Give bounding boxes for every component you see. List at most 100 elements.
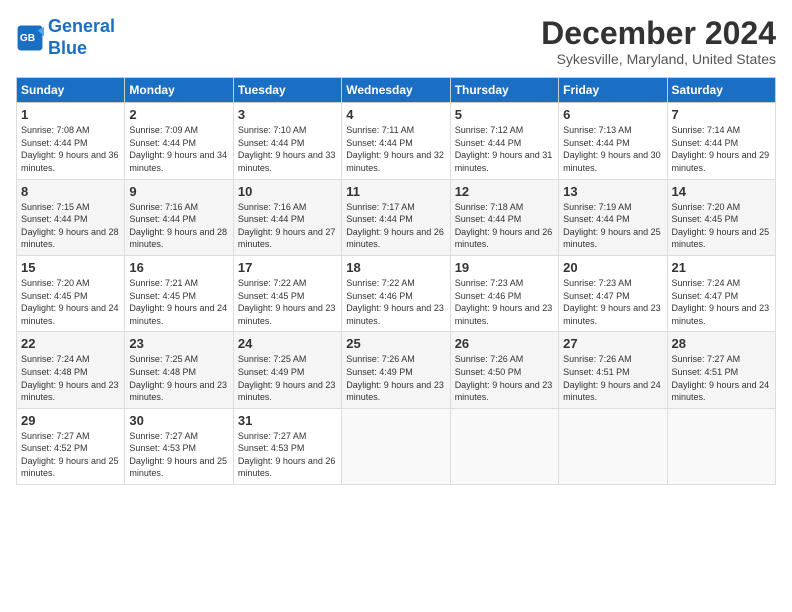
calendar-cell: 16 Sunrise: 7:21 AMSunset: 4:45 PMDaylig… (125, 255, 233, 331)
calendar-cell: 14 Sunrise: 7:20 AMSunset: 4:45 PMDaylig… (667, 179, 775, 255)
day-number: 28 (672, 336, 771, 351)
cell-info: Sunrise: 7:20 AMSunset: 4:45 PMDaylight:… (21, 277, 120, 327)
logo-icon: GB (16, 24, 44, 52)
day-number: 3 (238, 107, 337, 122)
day-number: 5 (455, 107, 554, 122)
calendar-cell: 5 Sunrise: 7:12 AMSunset: 4:44 PMDayligh… (450, 103, 558, 179)
calendar-cell: 24 Sunrise: 7:25 AMSunset: 4:49 PMDaylig… (233, 332, 341, 408)
day-number: 2 (129, 107, 228, 122)
calendar-cell: 1 Sunrise: 7:08 AMSunset: 4:44 PMDayligh… (17, 103, 125, 179)
cell-info: Sunrise: 7:22 AMSunset: 4:45 PMDaylight:… (238, 277, 337, 327)
col-header-sunday: Sunday (17, 78, 125, 103)
week-row-5: 29 Sunrise: 7:27 AMSunset: 4:52 PMDaylig… (17, 408, 776, 484)
cell-info: Sunrise: 7:22 AMSunset: 4:46 PMDaylight:… (346, 277, 445, 327)
day-number: 6 (563, 107, 662, 122)
calendar-cell: 22 Sunrise: 7:24 AMSunset: 4:48 PMDaylig… (17, 332, 125, 408)
calendar-cell: 20 Sunrise: 7:23 AMSunset: 4:47 PMDaylig… (559, 255, 667, 331)
day-number: 19 (455, 260, 554, 275)
calendar-cell (450, 408, 558, 484)
cell-info: Sunrise: 7:11 AMSunset: 4:44 PMDaylight:… (346, 124, 445, 174)
cell-info: Sunrise: 7:21 AMSunset: 4:45 PMDaylight:… (129, 277, 228, 327)
calendar-cell: 28 Sunrise: 7:27 AMSunset: 4:51 PMDaylig… (667, 332, 775, 408)
calendar-cell: 9 Sunrise: 7:16 AMSunset: 4:44 PMDayligh… (125, 179, 233, 255)
cell-info: Sunrise: 7:27 AMSunset: 4:53 PMDaylight:… (238, 430, 337, 480)
calendar-cell: 18 Sunrise: 7:22 AMSunset: 4:46 PMDaylig… (342, 255, 450, 331)
col-header-tuesday: Tuesday (233, 78, 341, 103)
day-number: 12 (455, 184, 554, 199)
calendar-cell: 13 Sunrise: 7:19 AMSunset: 4:44 PMDaylig… (559, 179, 667, 255)
calendar-cell: 27 Sunrise: 7:26 AMSunset: 4:51 PMDaylig… (559, 332, 667, 408)
calendar-cell: 2 Sunrise: 7:09 AMSunset: 4:44 PMDayligh… (125, 103, 233, 179)
day-number: 23 (129, 336, 228, 351)
cell-info: Sunrise: 7:13 AMSunset: 4:44 PMDaylight:… (563, 124, 662, 174)
calendar-cell: 29 Sunrise: 7:27 AMSunset: 4:52 PMDaylig… (17, 408, 125, 484)
logo-line1: General (48, 16, 115, 36)
day-number: 26 (455, 336, 554, 351)
calendar-cell (559, 408, 667, 484)
calendar-cell (342, 408, 450, 484)
calendar-cell: 15 Sunrise: 7:20 AMSunset: 4:45 PMDaylig… (17, 255, 125, 331)
day-number: 18 (346, 260, 445, 275)
page-container: GB General Blue December 2024 Sykesville… (0, 0, 792, 495)
day-number: 14 (672, 184, 771, 199)
calendar-cell: 8 Sunrise: 7:15 AMSunset: 4:44 PMDayligh… (17, 179, 125, 255)
day-number: 4 (346, 107, 445, 122)
cell-info: Sunrise: 7:23 AMSunset: 4:46 PMDaylight:… (455, 277, 554, 327)
col-header-thursday: Thursday (450, 78, 558, 103)
cell-info: Sunrise: 7:23 AMSunset: 4:47 PMDaylight:… (563, 277, 662, 327)
cell-info: Sunrise: 7:24 AMSunset: 4:48 PMDaylight:… (21, 353, 120, 403)
day-number: 9 (129, 184, 228, 199)
day-number: 8 (21, 184, 120, 199)
day-number: 24 (238, 336, 337, 351)
cell-info: Sunrise: 7:09 AMSunset: 4:44 PMDaylight:… (129, 124, 228, 174)
day-number: 1 (21, 107, 120, 122)
day-number: 16 (129, 260, 228, 275)
cell-info: Sunrise: 7:27 AMSunset: 4:53 PMDaylight:… (129, 430, 228, 480)
cell-info: Sunrise: 7:15 AMSunset: 4:44 PMDaylight:… (21, 201, 120, 251)
calendar-cell: 31 Sunrise: 7:27 AMSunset: 4:53 PMDaylig… (233, 408, 341, 484)
day-number: 22 (21, 336, 120, 351)
day-number: 30 (129, 413, 228, 428)
svg-text:GB: GB (20, 33, 35, 44)
cell-info: Sunrise: 7:20 AMSunset: 4:45 PMDaylight:… (672, 201, 771, 251)
calendar-cell: 25 Sunrise: 7:26 AMSunset: 4:49 PMDaylig… (342, 332, 450, 408)
logo-line2: Blue (48, 38, 87, 58)
cell-info: Sunrise: 7:27 AMSunset: 4:51 PMDaylight:… (672, 353, 771, 403)
day-number: 11 (346, 184, 445, 199)
cell-info: Sunrise: 7:25 AMSunset: 4:49 PMDaylight:… (238, 353, 337, 403)
day-number: 15 (21, 260, 120, 275)
day-number: 27 (563, 336, 662, 351)
cell-info: Sunrise: 7:10 AMSunset: 4:44 PMDaylight:… (238, 124, 337, 174)
cell-info: Sunrise: 7:16 AMSunset: 4:44 PMDaylight:… (238, 201, 337, 251)
logo: GB General Blue (16, 16, 115, 59)
col-header-monday: Monday (125, 78, 233, 103)
cell-info: Sunrise: 7:19 AMSunset: 4:44 PMDaylight:… (563, 201, 662, 251)
cell-info: Sunrise: 7:17 AMSunset: 4:44 PMDaylight:… (346, 201, 445, 251)
calendar-cell: 26 Sunrise: 7:26 AMSunset: 4:50 PMDaylig… (450, 332, 558, 408)
calendar-cell: 17 Sunrise: 7:22 AMSunset: 4:45 PMDaylig… (233, 255, 341, 331)
day-number: 10 (238, 184, 337, 199)
cell-info: Sunrise: 7:24 AMSunset: 4:47 PMDaylight:… (672, 277, 771, 327)
cell-info: Sunrise: 7:26 AMSunset: 4:49 PMDaylight:… (346, 353, 445, 403)
calendar-cell (667, 408, 775, 484)
day-number: 17 (238, 260, 337, 275)
title-block: December 2024 Sykesville, Maryland, Unit… (541, 16, 776, 67)
day-number: 31 (238, 413, 337, 428)
week-row-1: 1 Sunrise: 7:08 AMSunset: 4:44 PMDayligh… (17, 103, 776, 179)
calendar-cell: 19 Sunrise: 7:23 AMSunset: 4:46 PMDaylig… (450, 255, 558, 331)
cell-info: Sunrise: 7:08 AMSunset: 4:44 PMDaylight:… (21, 124, 120, 174)
cell-info: Sunrise: 7:26 AMSunset: 4:51 PMDaylight:… (563, 353, 662, 403)
calendar-cell: 4 Sunrise: 7:11 AMSunset: 4:44 PMDayligh… (342, 103, 450, 179)
calendar-cell: 12 Sunrise: 7:18 AMSunset: 4:44 PMDaylig… (450, 179, 558, 255)
week-row-2: 8 Sunrise: 7:15 AMSunset: 4:44 PMDayligh… (17, 179, 776, 255)
calendar-cell: 10 Sunrise: 7:16 AMSunset: 4:44 PMDaylig… (233, 179, 341, 255)
calendar-cell: 7 Sunrise: 7:14 AMSunset: 4:44 PMDayligh… (667, 103, 775, 179)
calendar-cell: 21 Sunrise: 7:24 AMSunset: 4:47 PMDaylig… (667, 255, 775, 331)
cell-info: Sunrise: 7:14 AMSunset: 4:44 PMDaylight:… (672, 124, 771, 174)
cell-info: Sunrise: 7:12 AMSunset: 4:44 PMDaylight:… (455, 124, 554, 174)
calendar-cell: 11 Sunrise: 7:17 AMSunset: 4:44 PMDaylig… (342, 179, 450, 255)
calendar-subtitle: Sykesville, Maryland, United States (541, 51, 776, 67)
col-header-friday: Friday (559, 78, 667, 103)
page-header: GB General Blue December 2024 Sykesville… (16, 16, 776, 67)
calendar-cell: 30 Sunrise: 7:27 AMSunset: 4:53 PMDaylig… (125, 408, 233, 484)
